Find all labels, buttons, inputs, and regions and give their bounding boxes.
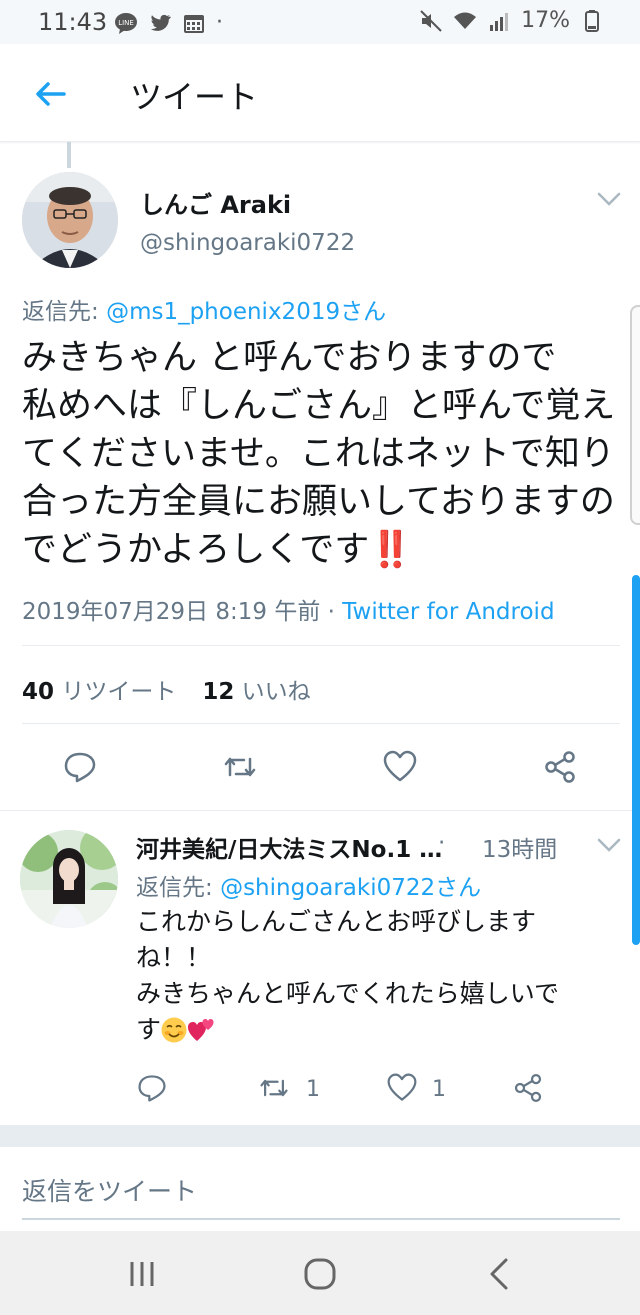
reply-avatar[interactable]	[20, 830, 118, 928]
svg-text:LINE: LINE	[118, 19, 134, 27]
reply-icon[interactable]	[62, 749, 98, 785]
wifi-icon	[454, 12, 477, 29]
reply-to-prefix: 返信先:	[136, 875, 221, 901]
reply-text-line-last: す	[136, 1012, 576, 1048]
reply-text-line: す	[136, 1015, 162, 1044]
like-icon[interactable]	[382, 749, 418, 785]
reply-to-prefix: 返信先:	[22, 299, 107, 325]
like-count-link[interactable]: 12 いいね	[202, 672, 310, 706]
retweet-icon[interactable]	[222, 749, 258, 785]
compose-underline	[22, 1218, 620, 1220]
like-icon[interactable]	[386, 1072, 418, 1104]
reply-like-count: 1	[432, 1077, 446, 1102]
reply-retweet-count: 1	[306, 1077, 320, 1102]
reply-avatar-image	[20, 830, 118, 928]
status-dot: ·	[216, 10, 223, 35]
divider	[22, 723, 620, 724]
reply-mention-link[interactable]: @ms1_phoenix2019さん	[106, 299, 386, 325]
edge-panel-handle[interactable]	[630, 305, 640, 525]
retweet-label: リツイート	[61, 679, 177, 705]
share-icon[interactable]	[542, 749, 578, 785]
tweet-body: みきちゃん と呼んでおりますので 私めへは『しんごさん』と呼んで覚えてくださいま…	[22, 338, 616, 570]
reply-time: 13時間	[482, 837, 558, 863]
avatar[interactable]	[22, 172, 118, 268]
divider	[22, 645, 620, 646]
retweet-icon[interactable]	[258, 1072, 290, 1104]
double-exclamation-emoji: ‼️	[369, 530, 413, 570]
reply-icon[interactable]	[136, 1072, 168, 1104]
chevron-down-icon[interactable]	[596, 190, 622, 208]
reply-text: これからしんごさんとお呼びします ね！！ みきちゃんと呼んでくれたら嬉しいで す	[136, 904, 576, 1048]
reply-actions	[0, 1070, 640, 1110]
status-time: 11:43	[38, 8, 108, 36]
tweet-actions	[0, 745, 640, 795]
two-hearts-emoji-icon	[188, 1019, 214, 1041]
back-icon[interactable]	[480, 1254, 520, 1294]
status-bar: 11:43 LINE · 17%	[0, 0, 640, 44]
tweet-meta: 2019年07月29日 8:19 午前 · Twitter for Androi…	[22, 592, 555, 626]
reply-text-line: これからしんごさんとお呼びします	[136, 907, 537, 936]
signal-icon	[490, 12, 509, 31]
avatar-image	[22, 172, 118, 268]
tweet-source-link[interactable]: Twitter for Android	[342, 599, 554, 625]
line-icon: LINE	[115, 12, 137, 34]
retweet-count-link[interactable]: 40 リツイート	[22, 672, 176, 706]
reply-to-line: 返信先: @shingoaraki0722さん	[136, 868, 481, 902]
reply-compose-input[interactable]: 返信をツイート	[22, 1172, 197, 1208]
tweet-timestamp: 2019年07月29日 8:19 午前 ·	[22, 599, 343, 625]
app-bar: ツイート	[0, 44, 640, 142]
chevron-down-icon[interactable]	[596, 836, 622, 854]
retweet-count: 40	[22, 679, 55, 705]
reply-to-line: 返信先: @ms1_phoenix2019さん	[22, 292, 386, 326]
reply-mention-link[interactable]: @shingoaraki0722さん	[220, 875, 481, 901]
display-name[interactable]: しんご Araki	[140, 185, 291, 220]
user-handle[interactable]: @shingoaraki0722	[140, 230, 355, 256]
calendar-icon	[184, 14, 204, 33]
smiling-face-emoji-icon	[161, 1017, 187, 1043]
scrollbar-thumb[interactable]	[632, 575, 640, 945]
tweet-text: みきちゃん と呼んでおりますので 私めへは『しんごさん』と呼んで覚えてくださいま…	[22, 334, 622, 574]
recent-apps-icon[interactable]	[122, 1254, 162, 1294]
battery-icon	[585, 9, 599, 32]
like-label: いいね	[241, 679, 311, 705]
page-title: ツイート	[130, 78, 259, 116]
like-count: 12	[202, 679, 235, 705]
share-icon[interactable]	[512, 1072, 544, 1104]
reply-text-line: みきちゃんと呼んでくれたら嬉しいで	[136, 979, 560, 1008]
reply-separator: ·	[438, 830, 446, 856]
reply-text-line: ね！！	[136, 943, 212, 972]
arrow-left-icon[interactable]	[30, 74, 70, 114]
mute-icon	[420, 9, 442, 32]
battery-percent: 17%	[521, 8, 570, 33]
home-icon[interactable]	[300, 1254, 340, 1294]
engagement-counts: 40 リツイート 12 いいね	[22, 672, 311, 706]
twitter-icon	[150, 14, 171, 31]
reply-display-name[interactable]: 河井美紀/日大法ミスNo.1 …	[136, 830, 442, 864]
section-separator	[0, 1125, 640, 1147]
